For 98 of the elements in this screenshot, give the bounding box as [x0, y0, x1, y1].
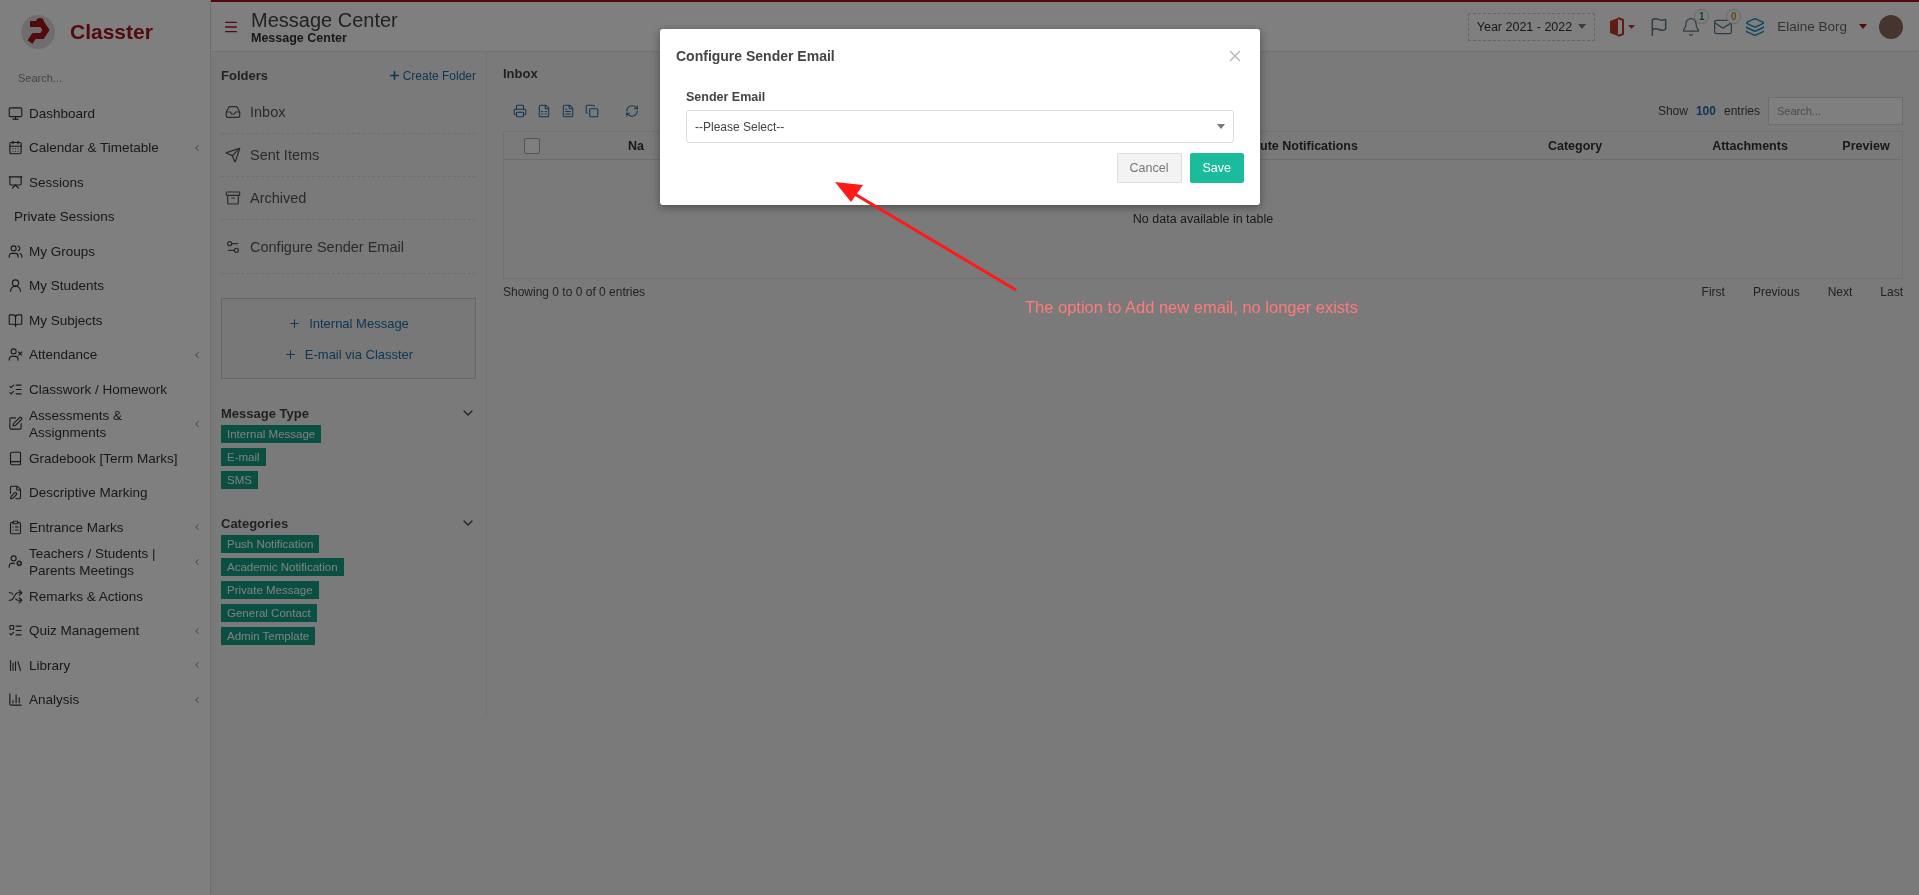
filter-tag[interactable]: Private Message	[221, 581, 319, 599]
show-label: Show	[1657, 104, 1688, 118]
folder-item[interactable]: Configure Sender Email	[221, 220, 476, 274]
pager-link[interactable]: Next	[1827, 285, 1853, 299]
menu-item-icon	[8, 312, 23, 328]
sidebar-item[interactable]: Dashboard	[0, 96, 210, 131]
brand-name: Classter	[70, 20, 153, 44]
year-select[interactable]: Year 2021 - 2022	[1467, 12, 1596, 41]
field-label: Sender Email	[686, 90, 767, 104]
sidebar-item[interactable]: Remarks & Actions	[0, 579, 210, 614]
inbox-icon	[225, 104, 241, 120]
folder-item[interactable]: Sent Items	[221, 134, 476, 177]
page-size-select[interactable]: 100	[1695, 104, 1716, 118]
sidebar-item[interactable]: Descriptive Marking	[0, 475, 210, 510]
pager-link[interactable]: Previous	[1752, 285, 1800, 299]
sidebar-item[interactable]: Sessions	[0, 165, 210, 200]
sidebar-item[interactable]: Calendar & Timetable	[0, 130, 210, 165]
compose-link[interactable]: Internal Message	[288, 315, 409, 331]
filter-tag[interactable]: Admin Template	[221, 627, 316, 645]
table-info: Showing 0 to 0 of 0 entries	[503, 285, 646, 299]
sidebar-item[interactable]: My Students	[0, 268, 210, 303]
menu-item-icon	[8, 140, 23, 156]
select-all-checkbox[interactable]	[524, 137, 540, 154]
sidebar-item[interactable]: Library	[0, 648, 210, 683]
menu-item-icon	[8, 657, 23, 673]
notification-count: 1	[1694, 8, 1710, 24]
pager-link[interactable]: First	[1701, 285, 1725, 299]
folder-item[interactable]: Inbox	[221, 91, 476, 134]
filter-tag[interactable]: Push Notification	[221, 535, 320, 553]
section-heading: Folders	[221, 68, 268, 83]
compose-link[interactable]: E-mail via Classter	[283, 346, 414, 362]
sidebar-item[interactable]: Quiz Management	[0, 613, 210, 648]
menu-item-icon	[8, 347, 23, 363]
dialog-title: Configure Sender Email	[676, 48, 835, 64]
menu-item-icon	[8, 450, 23, 466]
menu-item-icon	[8, 243, 23, 259]
column-header[interactable]: Preview	[1830, 138, 1902, 153]
copy-icon	[585, 104, 599, 118]
create-folder-link[interactable]: Create Folder	[387, 68, 476, 83]
menu-item-icon	[8, 278, 23, 294]
spreadsheet-icon	[537, 104, 551, 118]
filter-tag[interactable]: Internal Message	[221, 425, 322, 443]
column-header[interactable]: Na	[544, 138, 644, 153]
menu-item-icon	[8, 554, 23, 570]
column-header[interactable]: ute Notifications	[1260, 138, 1480, 153]
avatar[interactable]	[1879, 14, 1903, 39]
archive-icon	[225, 190, 241, 206]
plus-icon	[288, 316, 302, 330]
page-subtitle: Message Center	[251, 30, 348, 45]
folder-item[interactable]: Archived	[221, 177, 476, 220]
filter-heading: Categories	[221, 515, 289, 531]
plus-icon	[387, 69, 401, 82]
menu-item-icon	[8, 692, 23, 708]
menu-item-icon	[8, 416, 23, 432]
office-icon[interactable]	[1607, 16, 1638, 37]
menu-item-icon	[8, 485, 23, 501]
print-icon	[513, 104, 527, 118]
filter-heading: Message Type	[221, 405, 309, 421]
sidebar-item[interactable]: Assessments & Assignments	[0, 406, 210, 441]
sender-email-select[interactable]: --Please Select--	[686, 110, 1234, 143]
entries-label: entries	[1723, 104, 1760, 118]
search-field[interactable]: Search...	[10, 68, 200, 88]
send-icon	[225, 147, 241, 163]
page-title: Message Center	[251, 8, 399, 31]
sidebar-item[interactable]: My Subjects	[0, 303, 210, 338]
layers-icon	[1745, 16, 1766, 37]
column-header[interactable]: Category	[1480, 138, 1670, 153]
sidebar-item[interactable]: My Groups	[0, 234, 210, 269]
inbox-heading: Inbox	[503, 66, 539, 81]
annotation-text: The option to Add new email, no longer exists	[1025, 298, 1358, 317]
filter-tag[interactable]: E-mail	[221, 448, 266, 466]
menu-item-icon	[8, 519, 23, 535]
menu-item-icon	[8, 105, 23, 121]
pager-link[interactable]: Last	[1880, 285, 1903, 299]
sidebar-item[interactable]: Entrance Marks	[0, 510, 210, 545]
menu-item-icon	[8, 174, 23, 190]
empty-message: No data available in table	[1132, 212, 1274, 226]
document-icon	[561, 104, 575, 118]
filter-tag[interactable]: SMS	[221, 471, 258, 489]
save-button[interactable]: Save	[1189, 153, 1244, 183]
column-header[interactable]: Attachments	[1670, 138, 1830, 153]
menu-item-icon	[8, 381, 23, 397]
sidebar-item[interactable]: Attendance	[0, 337, 210, 372]
sidebar-item[interactable]: Classwork / Homework	[0, 372, 210, 407]
menu-item-icon	[8, 623, 23, 639]
sidebar-item[interactable]: Teachers / Students | Parents Meetings	[0, 544, 210, 579]
message-count: 0	[1726, 8, 1742, 24]
menu-item-icon	[8, 588, 23, 604]
filter-tag[interactable]: Academic Notification	[221, 558, 344, 576]
sidebar-item[interactable]: Private Sessions	[0, 199, 210, 234]
filter-tag[interactable]: General Contact	[221, 604, 317, 622]
sidebar-item[interactable]: Gradebook [Term Marks]	[0, 441, 210, 476]
cancel-button[interactable]: Cancel	[1116, 153, 1182, 183]
sidebar-item[interactable]: Analysis	[0, 682, 210, 717]
plus-icon	[283, 347, 297, 361]
refresh-icon	[625, 104, 639, 118]
logo-icon	[20, 14, 56, 50]
user-name[interactable]: Elaine Borg	[1777, 19, 1847, 34]
